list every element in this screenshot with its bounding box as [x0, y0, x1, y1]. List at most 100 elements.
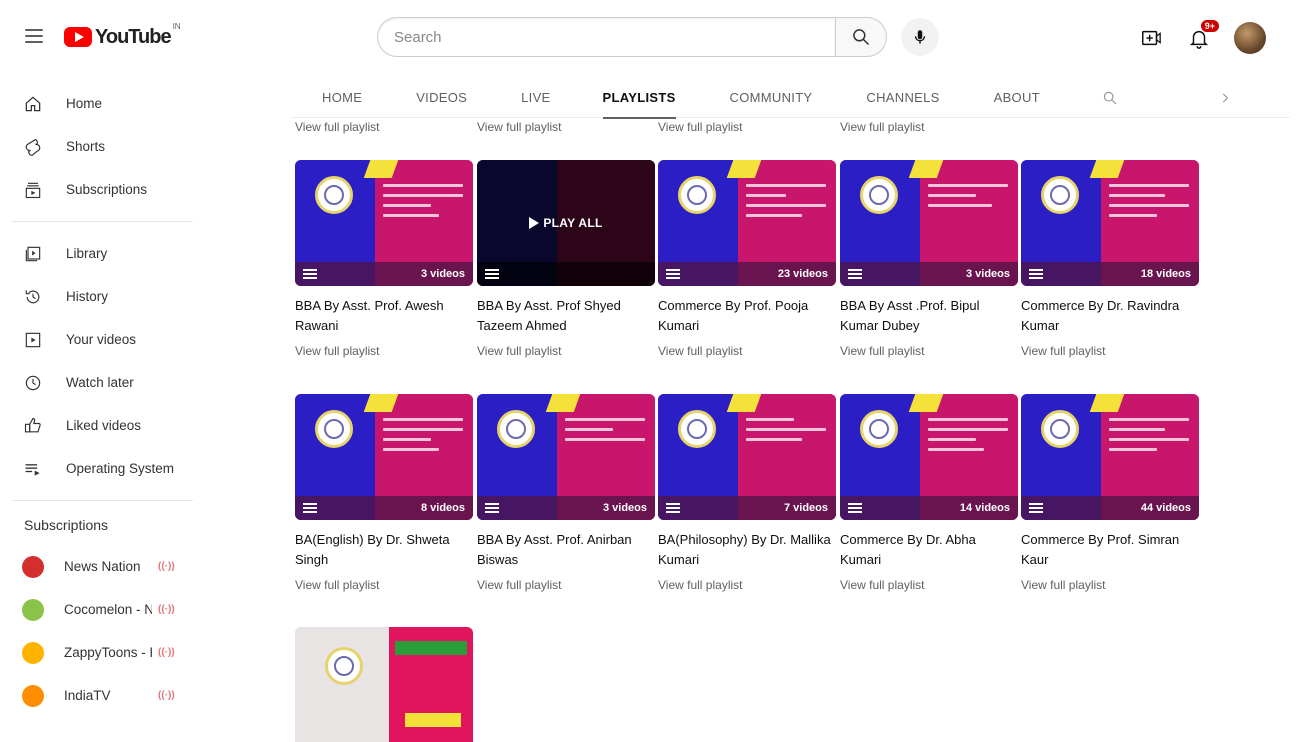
search-button[interactable]: [835, 17, 887, 57]
tab-playlists[interactable]: PLAYLISTS: [602, 78, 676, 119]
tab-live[interactable]: LIVE: [521, 78, 550, 118]
view-full-playlist-link[interactable]: View full playlist: [658, 344, 836, 358]
subscription-zappytoons[interactable]: ZappyToons - Hi... ((·)): [0, 631, 205, 674]
sidebar-divider: [12, 221, 193, 222]
playlist-title[interactable]: BBA By Asst. Prof. Awesh Rawani: [295, 296, 473, 336]
playlist-thumbnail[interactable]: [295, 627, 473, 742]
tab-community[interactable]: COMMUNITY: [730, 78, 813, 118]
playlist-thumbnail[interactable]: 14 videos: [840, 394, 1018, 520]
playlist-thumbnail[interactable]: 3 videos: [295, 160, 473, 286]
playlist-thumbnail[interactable]: 8 videos: [295, 394, 473, 520]
sidebar-item-watch-later[interactable]: Watch later: [0, 361, 205, 404]
search-bar: [377, 16, 939, 58]
view-full-playlist-link[interactable]: View full playlist: [658, 120, 742, 134]
playlist-card: [295, 627, 473, 742]
playlist-title[interactable]: BBA By Asst. Prof. Anirban Biswas: [477, 530, 655, 570]
live-icon: ((·)): [158, 604, 175, 615]
view-full-playlist-link[interactable]: View full playlist: [477, 344, 655, 358]
library-icon: [22, 243, 44, 265]
playlist-card: 3 videos BBA By Asst .Prof. Bipul Kumar …: [840, 160, 1018, 358]
view-full-playlist-link[interactable]: View full playlist: [295, 120, 379, 134]
playlist-title[interactable]: Commerce By Prof. Simran Kaur: [1021, 530, 1199, 570]
playlist-title[interactable]: Commerce By Prof. Pooja Kumari: [658, 296, 836, 336]
college-seal-icon: [860, 410, 898, 448]
college-seal-icon: [1041, 176, 1079, 214]
playlist-card: 7 videos BA(Philosophy) By Dr. Mallika K…: [658, 394, 836, 592]
create-button[interactable]: [1136, 23, 1166, 53]
video-count: 14 videos: [959, 502, 1010, 514]
channel-avatar: [22, 641, 44, 664]
tab-channels[interactable]: CHANNELS: [866, 78, 939, 118]
view-full-playlist-link[interactable]: View full playlist: [840, 578, 1018, 592]
channel-search-button[interactable]: [1102, 78, 1118, 118]
playlist-thumbnail[interactable]: 23 videos: [658, 160, 836, 286]
playlist-icon: [1029, 269, 1043, 279]
playlist-title[interactable]: BBA By Asst .Prof. Bipul Kumar Dubey: [840, 296, 1018, 336]
playlist-icon: [848, 503, 862, 513]
college-seal-icon: [315, 176, 353, 214]
video-count: 3 videos: [965, 268, 1010, 280]
notification-badge: 9+: [1199, 19, 1220, 33]
playlist-thumbnail[interactable]: 3 videos: [840, 160, 1018, 286]
channel-avatar: [22, 555, 44, 578]
video-count: 18 videos: [1140, 268, 1191, 280]
playlist-title[interactable]: BA(Philosophy) By Dr. Mallika Kumari: [658, 530, 836, 570]
youtube-logo[interactable]: YouTube IN: [64, 22, 181, 50]
playlist-thumbnail[interactable]: 7 videos: [658, 394, 836, 520]
view-full-playlist-link[interactable]: View full playlist: [477, 578, 655, 592]
playlist-icon: [666, 503, 680, 513]
view-full-playlist-link[interactable]: View full playlist: [295, 578, 473, 592]
subscription-news-nation[interactable]: News Nation ((·)): [0, 545, 205, 588]
tabs-next-button[interactable]: [1218, 78, 1232, 118]
channel-avatar: [22, 684, 44, 707]
sidebar-item-history[interactable]: History: [0, 275, 205, 318]
view-full-playlist-link[interactable]: View full playlist: [658, 578, 836, 592]
view-full-playlist-link[interactable]: View full playlist: [1021, 578, 1199, 592]
college-seal-icon: [315, 410, 353, 448]
sidebar-item-home[interactable]: Home: [0, 82, 205, 125]
sidebar-item-label: Liked videos: [66, 418, 142, 433]
college-seal-icon: [678, 410, 716, 448]
subscription-cocomelon[interactable]: Cocomelon - Nur... ((·)): [0, 588, 205, 631]
playlist-title[interactable]: Commerce By Dr. Ravindra Kumar: [1021, 296, 1199, 336]
tab-about[interactable]: ABOUT: [994, 78, 1040, 118]
sidebar-item-operating-system[interactable]: Operating System: [0, 447, 205, 490]
tab-home[interactable]: HOME: [322, 78, 362, 118]
play-all-button[interactable]: PLAY ALL: [477, 160, 655, 286]
voice-search-button[interactable]: [901, 18, 939, 56]
tab-videos[interactable]: VIDEOS: [416, 78, 467, 118]
sidebar-item-your-videos[interactable]: Your videos: [0, 318, 205, 361]
playlist-thumbnail[interactable]: 3 videos: [477, 394, 655, 520]
channel-tabs: HOME VIDEOS LIVE PLAYLISTS COMMUNITY CHA…: [290, 78, 1290, 119]
sidebar-item-shorts[interactable]: Shorts: [0, 125, 205, 168]
channel-name: ZappyToons - Hi...: [64, 645, 152, 660]
playlist-title[interactable]: BA(English) By Dr. Shweta Singh: [295, 530, 473, 570]
video-count: 3 videos: [420, 268, 465, 280]
search-icon: [853, 29, 870, 46]
sidebar-item-library[interactable]: Library: [0, 232, 205, 275]
view-full-playlist-link[interactable]: View full playlist: [840, 344, 1018, 358]
view-full-playlist-link[interactable]: View full playlist: [295, 344, 473, 358]
playlist-title[interactable]: BBA By Asst. Prof Shyed Tazeem Ahmed: [477, 296, 655, 336]
playlist-title[interactable]: Commerce By Dr. Abha Kumari: [840, 530, 1018, 570]
sidebar-item-subscriptions[interactable]: Subscriptions: [0, 168, 205, 211]
view-full-playlist-link[interactable]: View full playlist: [477, 120, 561, 134]
subscription-indiatv[interactable]: IndiaTV ((·)): [0, 674, 205, 717]
college-seal-icon: [1041, 410, 1079, 448]
account-avatar[interactable]: [1234, 22, 1266, 54]
playlist-thumbnail[interactable]: 18 videos: [1021, 160, 1199, 286]
search-input[interactable]: [377, 17, 835, 57]
shorts-icon: [22, 136, 44, 158]
playlist-card: 14 videos Commerce By Dr. Abha Kumari Vi…: [840, 394, 1018, 592]
playlist-thumbnail[interactable]: 44 videos: [1021, 394, 1199, 520]
video-count: 44 videos: [1140, 502, 1191, 514]
view-full-playlist-link[interactable]: View full playlist: [1021, 344, 1199, 358]
sidebar-item-liked-videos[interactable]: Liked videos: [0, 404, 205, 447]
sidebar-item-label: Subscriptions: [66, 182, 148, 197]
view-full-playlist-link[interactable]: View full playlist: [840, 120, 924, 134]
live-icon: ((·)): [158, 647, 175, 658]
menu-icon[interactable]: [22, 24, 46, 48]
playlist-card: 8 videos BA(English) By Dr. Shweta Singh…: [295, 394, 473, 592]
notifications-button[interactable]: 9+: [1184, 19, 1220, 53]
playlist-thumbnail[interactable]: PLAY ALL: [477, 160, 655, 286]
